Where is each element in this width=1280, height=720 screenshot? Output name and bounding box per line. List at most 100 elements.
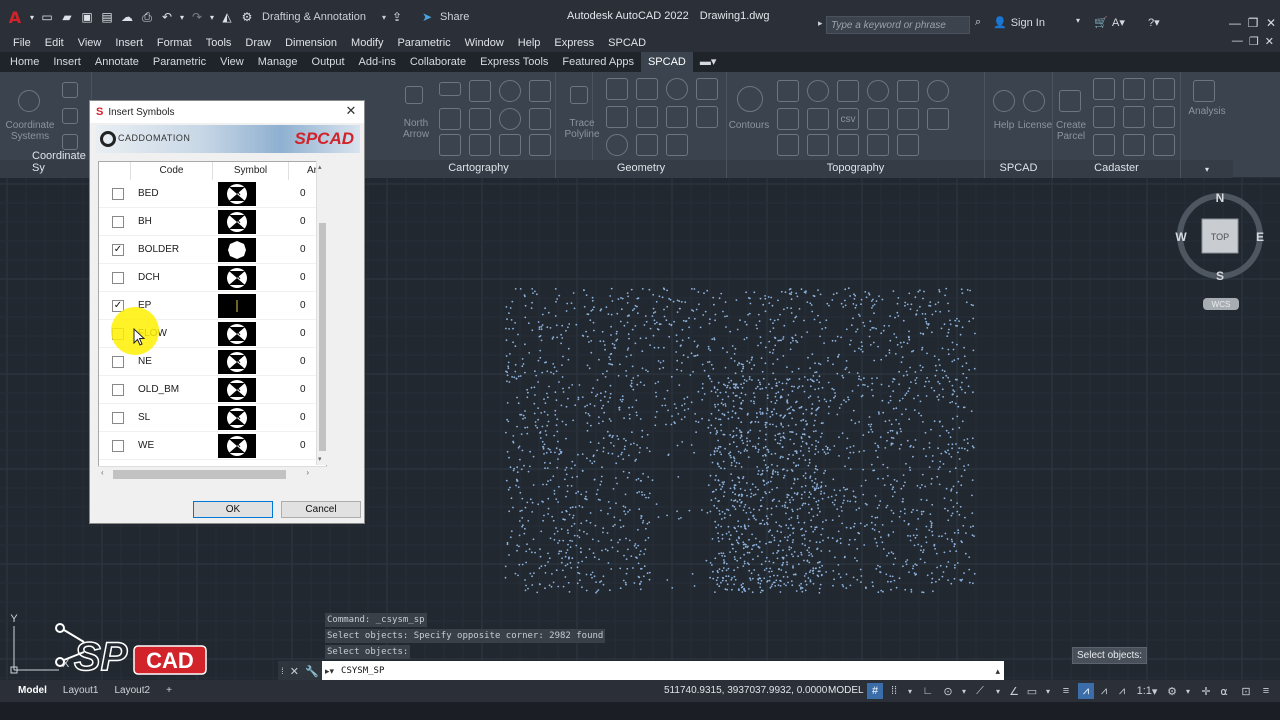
gear-icon[interactable]: ⚙ — [238, 8, 256, 26]
compass-west[interactable]: W — [1175, 230, 1187, 244]
sign-in-button[interactable]: 👤 Sign In — [993, 16, 1045, 30]
cart-icon[interactable]: 🛒 — [1094, 16, 1108, 29]
tab-home[interactable]: Home — [3, 52, 46, 72]
parcel-label-icon[interactable] — [1153, 106, 1175, 128]
menu-help[interactable]: Help — [511, 37, 548, 49]
spiral-icon[interactable] — [927, 80, 949, 102]
dialog-title-bar[interactable]: S Insert Symbols — [90, 101, 364, 123]
table-row[interactable]: WE 0 — [99, 432, 326, 460]
print-icon[interactable]: ⎙ — [138, 8, 156, 26]
help-icon[interactable]: ?▾ — [1148, 16, 1160, 29]
tab-express-tools[interactable]: Express Tools — [473, 52, 555, 72]
tab-featured-apps[interactable]: Featured Apps — [555, 52, 641, 72]
sheet-icon[interactable] — [469, 134, 491, 156]
qr-icon[interactable] — [62, 134, 78, 150]
tab-output[interactable]: Output — [305, 52, 352, 72]
close-icon[interactable]: ✕ — [290, 665, 299, 678]
gear-icon[interactable]: ⚙ — [1164, 683, 1180, 699]
vertical-scroll-thumb[interactable] — [319, 223, 326, 451]
grid-icon[interactable] — [469, 80, 491, 102]
label-icon[interactable] — [897, 108, 919, 130]
surface-icon[interactable] — [777, 80, 799, 102]
scale-bar-icon[interactable] — [439, 82, 461, 96]
row-checkbox[interactable] — [112, 412, 124, 424]
area-icon[interactable] — [666, 106, 688, 128]
split-icon[interactable] — [696, 106, 718, 128]
chevron-down-icon[interactable]: ▾ — [990, 683, 1006, 699]
grid-table-icon[interactable] — [439, 134, 461, 156]
snap-mode-icon[interactable]: ⁞⁞ — [886, 683, 902, 699]
object-snap-tracking-icon[interactable]: ∠ — [1006, 683, 1022, 699]
square-icon[interactable] — [636, 78, 658, 100]
parcel-merge-icon[interactable] — [1153, 134, 1175, 156]
cloud-icon[interactable]: ☁ — [118, 8, 136, 26]
minimize-icon[interactable]: — — [1226, 14, 1244, 32]
scroll-left-icon[interactable]: ‹ — [101, 468, 104, 477]
chevron-down-icon[interactable]: ▾ — [1181, 165, 1233, 174]
arc-icon[interactable] — [606, 134, 628, 156]
tab-parametric[interactable]: Parametric — [146, 52, 213, 72]
row-checkbox[interactable] — [112, 188, 124, 200]
row-checkbox[interactable] — [112, 216, 124, 228]
chevron-down-icon[interactable]: ▾ — [208, 8, 216, 26]
matchprop-icon[interactable]: ◭ — [218, 8, 236, 26]
menu-window[interactable]: Window — [458, 37, 511, 49]
wrench-icon[interactable]: 🔧 — [305, 665, 319, 678]
tab-layout1[interactable]: Layout1 — [55, 682, 107, 700]
scroll-down-icon[interactable]: ▾ — [318, 455, 322, 463]
parcel-edit-icon[interactable] — [1123, 106, 1145, 128]
ortho-icon[interactable]: ∟ — [920, 683, 936, 699]
menu-dimension[interactable]: Dimension — [278, 37, 344, 49]
divide-icon[interactable] — [636, 134, 658, 156]
frame-icon[interactable] — [529, 108, 551, 130]
horizontal-scroll-thumb[interactable] — [113, 470, 286, 479]
scroll-up-icon[interactable]: ▴ — [318, 163, 322, 171]
table-header-code[interactable]: Code — [131, 162, 213, 180]
section-icon[interactable] — [807, 134, 829, 156]
selection-cycling-icon[interactable]: ⩘ — [1078, 683, 1094, 699]
grid-display-icon[interactable]: # — [867, 683, 883, 699]
symbols-icon[interactable] — [529, 80, 551, 102]
customization-icon[interactable]: ≡ — [1258, 683, 1274, 699]
share-drawing-icon[interactable]: ⇪ — [388, 8, 406, 26]
contours-icon[interactable] — [737, 86, 763, 112]
chevron-down-icon[interactable]: ▾ — [28, 8, 36, 26]
table-row[interactable]: DCH 0 — [99, 264, 326, 292]
scroll-right-icon[interactable]: › — [306, 468, 309, 477]
globe-icon[interactable] — [18, 90, 40, 112]
lineweight-icon[interactable]: ≡ — [1058, 683, 1074, 699]
doc-close-icon[interactable]: ✕ — [1265, 35, 1274, 48]
trace-polyline-icon[interactable] — [570, 86, 588, 104]
chevron-down-icon[interactable]: ▾ — [178, 8, 186, 26]
isodraft-icon[interactable]: ⟋ — [972, 683, 988, 699]
compass-north[interactable]: N — [1216, 191, 1225, 205]
row-checkbox[interactable] — [112, 440, 124, 452]
chevron-down-icon[interactable]: ▾ — [1040, 683, 1056, 699]
share-button[interactable]: ➤ Share — [418, 8, 469, 26]
grid-points-icon[interactable] — [837, 134, 859, 156]
close-icon[interactable]: ✕ — [344, 104, 358, 118]
target-icon[interactable] — [807, 80, 829, 102]
north-arrow-icon[interactable] — [405, 86, 423, 104]
chevron-up-icon[interactable]: ▴ — [995, 666, 1004, 677]
annotation-scale[interactable]: 1:1 ▾ — [1134, 683, 1160, 699]
row-checkbox[interactable] — [112, 356, 124, 368]
slope-icon[interactable] — [927, 108, 949, 130]
chevron-down-icon[interactable]: ▾ — [1076, 16, 1080, 25]
offset-icon[interactable] — [606, 106, 628, 128]
menu-parametric[interactable]: Parametric — [390, 37, 457, 49]
tool-icon[interactable] — [62, 108, 78, 124]
menu-modify[interactable]: Modify — [344, 37, 390, 49]
doc-minimize-icon[interactable]: — — [1232, 35, 1243, 48]
workspace-dropdown[interactable]: Drafting & Annotation ▾ — [258, 7, 386, 27]
volume-icon[interactable] — [897, 80, 919, 102]
command-input[interactable] — [337, 662, 996, 680]
tool-icon[interactable] — [62, 82, 78, 98]
points-icon[interactable] — [777, 108, 799, 130]
tab-annotate[interactable]: Annotate — [88, 52, 146, 72]
chevron-down-icon[interactable]: ▾ — [1180, 683, 1196, 699]
tab-view[interactable]: View — [213, 52, 251, 72]
tab-spcad[interactable]: SPCAD — [640, 52, 693, 72]
plus-icon[interactable]: ✛ — [1198, 683, 1214, 699]
tab-insert[interactable]: Insert — [46, 52, 88, 72]
